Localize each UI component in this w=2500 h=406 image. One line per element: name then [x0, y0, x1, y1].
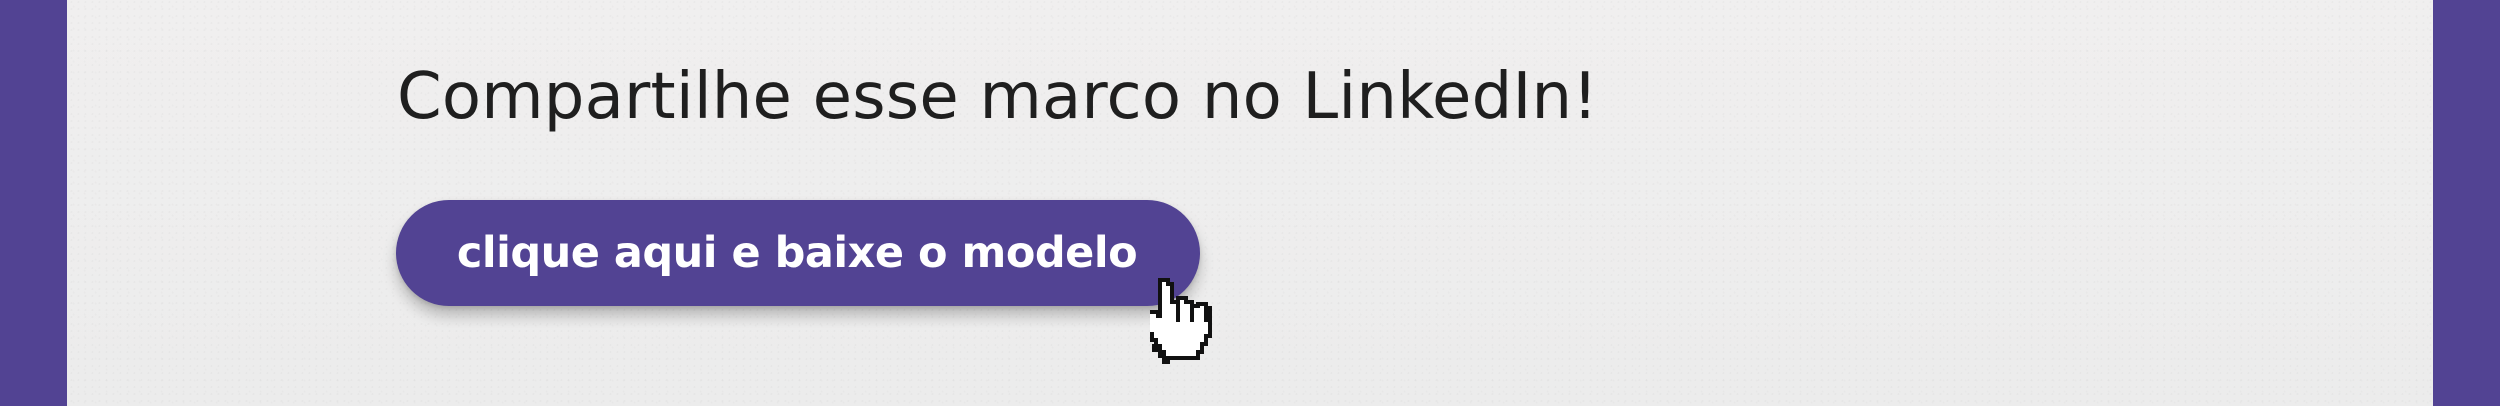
download-template-button-label: clique aqui e baixe o modelo — [456, 228, 1138, 278]
banner-headline: Compartilhe esse marco no LinkedIn! — [397, 60, 1599, 134]
download-template-button[interactable]: clique aqui e baixe o modelo — [396, 200, 1200, 306]
left-accent-bar — [0, 0, 67, 406]
right-accent-bar — [2433, 0, 2500, 406]
